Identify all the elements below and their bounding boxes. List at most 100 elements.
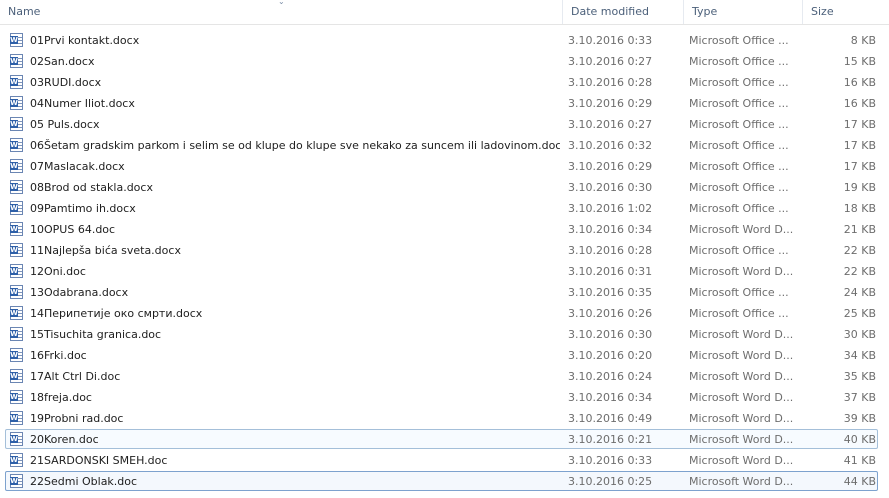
file-date-modified: 3.10.2016 0:31 (568, 265, 653, 278)
word-document-icon: W (10, 432, 24, 446)
word-document-icon: W (10, 75, 24, 89)
file-row[interactable]: W 22Sedmi Oblak.doc 3.10.2016 0:25 Microsof… (5, 471, 878, 491)
file-date-modified: 3.10.2016 0:33 (568, 454, 653, 467)
file-row[interactable]: W 12Oni.doc 3.10.2016 0:31 Microsoft Word D… (5, 261, 878, 281)
file-name: 18freja.doc (30, 391, 92, 404)
file-date-modified: 3.10.2016 0:28 (568, 76, 653, 89)
file-name: 04Numer Iliot.docx (30, 97, 135, 110)
column-header-date-modified[interactable]: Date modified (562, 0, 683, 24)
file-row[interactable]: W 02San.docx 3.10.2016 0:27 Microsoft Offic… (5, 51, 878, 71)
file-size: 17 KB (843, 118, 876, 131)
file-size: 18 KB (843, 202, 876, 215)
file-size: 39 KB (843, 412, 876, 425)
file-name: 05 Puls.docx (30, 118, 100, 131)
file-name: 22Sedmi Oblak.doc (30, 475, 138, 488)
file-date-modified: 3.10.2016 0:24 (568, 370, 653, 383)
file-type: Microsoft Office ... (689, 118, 789, 131)
file-type: Microsoft Office ... (689, 76, 789, 89)
file-name: 03RUDI.docx (30, 76, 102, 89)
word-document-icon: W (10, 33, 24, 47)
word-document-icon: W (10, 159, 24, 173)
file-row[interactable]: W 16Frki.doc 3.10.2016 0:20 Microsoft Word … (5, 345, 878, 365)
file-size: 16 KB (843, 76, 876, 89)
file-date-modified: 3.10.2016 0:34 (568, 223, 653, 236)
file-row[interactable]: W 13Odabrana.docx 3.10.2016 0:35 Microsoft … (5, 282, 878, 302)
file-date-modified: 3.10.2016 0:34 (568, 391, 653, 404)
file-row[interactable]: W 14Перипетије око смрти.docx 3.10.2016 0:… (5, 303, 878, 323)
word-document-icon: W (10, 348, 24, 362)
file-row[interactable]: W 19Probni rad.doc 3.10.2016 0:49 Microsoft… (5, 408, 878, 428)
file-row[interactable]: W 08Brod od stakla.docx 3.10.2016 0:30 Micr… (5, 177, 878, 197)
file-row[interactable]: W 18freja.doc 3.10.2016 0:34 Microsoft Word… (5, 387, 878, 407)
file-size: 24 KB (843, 286, 876, 299)
file-size: 41 KB (843, 454, 876, 467)
file-size: 34 KB (843, 349, 876, 362)
file-size: 17 KB (843, 139, 876, 152)
file-date-modified: 3.10.2016 0:35 (568, 286, 653, 299)
file-type: Microsoft Word D... (689, 391, 794, 404)
file-name: 19Probni rad.doc (30, 412, 124, 425)
file-date-modified: 3.10.2016 0:32 (568, 139, 653, 152)
file-size: 35 KB (843, 370, 876, 383)
file-size: 37 KB (843, 391, 876, 404)
file-row[interactable]: W 20Koren.doc 3.10.2016 0:21 Microsoft Word… (5, 429, 878, 449)
file-name: 12Oni.doc (30, 265, 86, 278)
file-name: 17Alt Ctrl Di.doc (30, 370, 121, 383)
sort-ascending-icon: ⌄ (278, 0, 285, 6)
file-type: Microsoft Word D... (689, 370, 794, 383)
file-size: 25 KB (843, 307, 876, 320)
file-type: Microsoft Word D... (689, 223, 794, 236)
file-size: 40 KB (843, 433, 876, 446)
file-type: Microsoft Office ... (689, 34, 789, 47)
word-document-icon: W (10, 264, 24, 278)
file-row[interactable]: W 01Prvi kontakt.docx 3.10.2016 0:33 Micros… (5, 30, 878, 50)
file-date-modified: 3.10.2016 0:20 (568, 349, 653, 362)
file-row[interactable]: W 11Najlepša bića sveta.docx 3.10.2016 0:2… (5, 240, 878, 260)
file-date-modified: 3.10.2016 0:30 (568, 328, 653, 341)
file-type: Microsoft Word D... (689, 454, 794, 467)
file-name: 02San.docx (30, 55, 95, 68)
file-name: 20Koren.doc (30, 433, 99, 446)
file-row[interactable]: W 15Tisuchita granica.doc 3.10.2016 0:30 Mi… (5, 324, 878, 344)
file-name: 21SARDONSKI SMEH.doc (30, 454, 168, 467)
file-type: Microsoft Word D... (689, 349, 794, 362)
file-type: Microsoft Word D... (689, 475, 794, 488)
file-name: 16Frki.doc (30, 349, 87, 362)
file-row[interactable]: W 17Alt Ctrl Di.doc 3.10.2016 0:24 Microsof… (5, 366, 878, 386)
file-size: 44 KB (843, 475, 876, 488)
file-row[interactable]: W 09Pamtimo ih.docx 3.10.2016 1:02 Microsof… (5, 198, 878, 218)
word-document-icon: W (10, 369, 24, 383)
file-type: Microsoft Word D... (689, 412, 794, 425)
file-date-modified: 3.10.2016 0:30 (568, 181, 653, 194)
file-row[interactable]: W 05 Puls.docx 3.10.2016 0:27 Microsoft Off… (5, 114, 878, 134)
word-document-icon: W (10, 285, 24, 299)
file-name: 14Перипетије око смрти.docx (30, 307, 203, 320)
file-name: 01Prvi kontakt.docx (30, 34, 140, 47)
file-row[interactable]: W 04Numer Iliot.docx 3.10.2016 0:29 Microso… (5, 93, 878, 113)
word-document-icon: W (10, 180, 24, 194)
word-document-icon: W (10, 306, 24, 320)
redacted-area (254, 180, 356, 194)
file-name: 13Odabrana.docx (30, 286, 129, 299)
column-header-type[interactable]: Type (683, 0, 802, 24)
file-size: 16 KB (843, 97, 876, 110)
file-size: 21 KB (843, 223, 876, 236)
file-row[interactable]: W 10OPUS 64.doc 3.10.2016 0:34 Microsoft Wo… (5, 219, 878, 239)
file-date-modified: 3.10.2016 0:29 (568, 97, 653, 110)
word-document-icon: W (10, 138, 24, 152)
file-name: 10OPUS 64.doc (30, 223, 116, 236)
file-size: 15 KB (843, 55, 876, 68)
file-size: 17 KB (843, 160, 876, 173)
word-document-icon: W (10, 411, 24, 425)
file-date-modified: 3.10.2016 0:49 (568, 412, 653, 425)
column-header-size[interactable]: Size (802, 0, 889, 24)
file-type: Microsoft Word D... (689, 328, 794, 341)
file-row[interactable]: W 03RUDI.docx 3.10.2016 0:28 Microsoft Offi… (5, 72, 878, 92)
file-row[interactable]: W 21SARDONSKI SMEH.doc 3.10.2016 0:33 Micro… (5, 450, 878, 470)
file-date-modified: 3.10.2016 0:28 (568, 244, 653, 257)
file-row[interactable]: W 06Šetam gradskim parkom i selim se od k… (5, 135, 878, 155)
word-document-icon: W (10, 201, 24, 215)
file-row[interactable]: W 07Maslacak.docx 3.10.2016 0:29 Microsoft … (5, 156, 878, 176)
file-size: 22 KB (843, 244, 876, 257)
file-type: Microsoft Office ... (689, 55, 789, 68)
